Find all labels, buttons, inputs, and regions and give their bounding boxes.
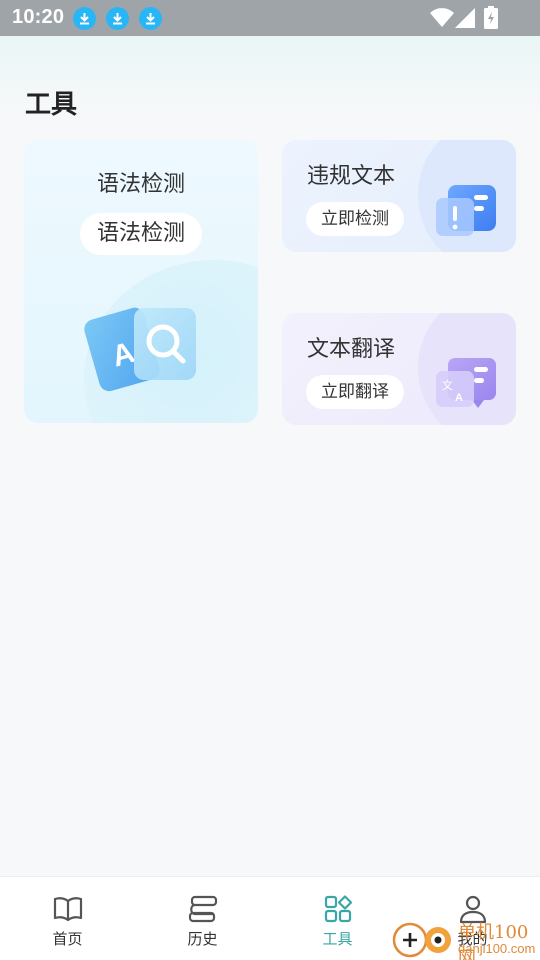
- status-bar: 10:20: [0, 0, 540, 36]
- watermark-line2: danji100.com: [458, 941, 536, 956]
- signal-icon: [455, 8, 475, 28]
- status-time: 10:20: [12, 6, 65, 28]
- svg-text:文: 文: [442, 378, 453, 392]
- grammar-search-icon: A: [84, 307, 196, 392]
- grammar-check-card[interactable]: 语法检测 语法检测 A: [24, 140, 258, 423]
- page-title: 工具: [25, 90, 78, 120]
- detect-now-button[interactable]: 立即检测: [306, 202, 404, 236]
- violation-text-card[interactable]: 违规文本 立即检测: [282, 140, 516, 252]
- nav-item-home[interactable]: 首页: [0, 877, 135, 960]
- grammar-card-title: 语法检测: [96, 172, 185, 197]
- watermark-logo-icon: [392, 922, 451, 958]
- translate-card-title: 文本翻译: [307, 337, 396, 362]
- download-icon: [106, 7, 129, 30]
- nav-label-home: 首页: [52, 930, 83, 948]
- warning-document-icon: [436, 185, 496, 236]
- battery-charging-icon: [484, 6, 498, 29]
- translate-document-icon: 文 A: [436, 358, 496, 408]
- page-header: [0, 36, 540, 116]
- violation-card-title: 违规文本: [307, 164, 396, 189]
- text-translate-card[interactable]: 文本翻译 立即翻译 文 A: [282, 313, 516, 425]
- nav-item-history[interactable]: 历史: [135, 877, 270, 960]
- history-icon: [188, 895, 217, 923]
- tools-grid-icon: [324, 895, 352, 923]
- download-icon: [73, 7, 96, 30]
- book-icon: [53, 897, 82, 922]
- wifi-icon: [430, 8, 454, 27]
- grammar-check-button[interactable]: 语法检测: [80, 213, 202, 255]
- nav-item-tools[interactable]: 工具: [270, 877, 405, 960]
- download-icon: [139, 7, 162, 30]
- translate-now-button[interactable]: 立即翻译: [306, 375, 404, 409]
- svg-text:A: A: [455, 392, 463, 404]
- watermark: 单机100网 danji100.com: [392, 914, 540, 960]
- nav-label-tools: 工具: [322, 930, 353, 948]
- nav-label-history: 历史: [187, 930, 218, 948]
